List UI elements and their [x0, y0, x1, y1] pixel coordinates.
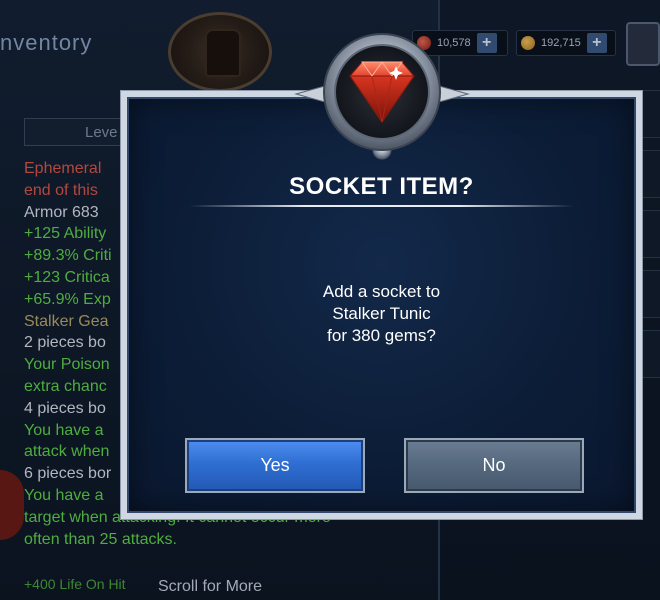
message-cost: for 380 gems?: [327, 326, 436, 345]
dialog-title: SOCKET ITEM?: [289, 173, 474, 200]
dialog-message: Add a socket to Stalker Tunic for 380 ge…: [129, 281, 634, 347]
no-button[interactable]: No: [404, 438, 584, 493]
message-line: Add a socket to: [322, 282, 441, 301]
red-gem-icon: [294, 33, 470, 160]
item-name: Stalker Tunic: [332, 304, 431, 323]
title-divider: [189, 205, 574, 207]
yes-button[interactable]: Yes: [185, 438, 365, 493]
